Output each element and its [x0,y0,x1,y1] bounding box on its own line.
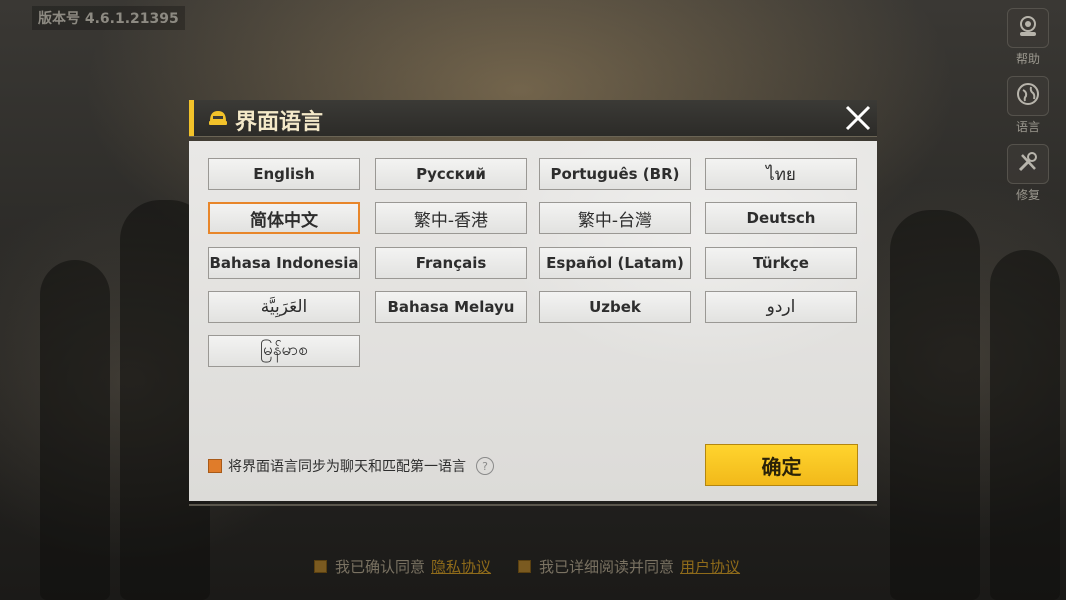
help-agent-icon [1015,13,1041,43]
agreement-checkbox[interactable] [518,560,531,573]
language-label: English [253,165,315,183]
helmet-icon [207,107,229,129]
dialog-title: 界面语言 [235,110,324,135]
language-option-russian[interactable]: Русский [375,158,527,190]
language-option-malay[interactable]: Bahasa Melayu [375,291,527,323]
dialog-divider [189,504,877,506]
language-label: اردو [766,297,796,317]
language-option-arabic[interactable]: العَرَبِيَّة [208,291,360,323]
language-label: 繁中-台灣 [577,210,653,231]
user-agreement-row: 我已详细阅读并同意 用户协议 [518,556,740,577]
repair-button[interactable]: 修复 [1006,144,1050,203]
sync-language-checkbox[interactable] [208,459,222,473]
language-label: Русский [416,165,486,183]
help-button[interactable]: 帮助 [1006,8,1050,67]
language-label: Português (BR) [550,165,680,183]
background-character-right [890,210,980,600]
globe-icon [1015,81,1041,111]
language-option-indonesian[interactable]: Bahasa Indonesia [208,247,360,279]
language-option-turkish[interactable]: Türkçe [705,247,857,279]
language-label: Español (Latam) [546,254,684,272]
close-icon[interactable] [843,103,873,133]
language-option-simplified-chinese[interactable]: 简体中文 [208,202,360,234]
language-option-english[interactable]: English [208,158,360,190]
agreement-link[interactable]: 用户协议 [680,556,740,577]
help-label: 帮助 [1015,52,1040,66]
confirm-button[interactable]: 确定 [705,444,858,486]
language-label: العَرَبِيَّة [260,297,308,317]
language-label: Türkçe [753,254,809,272]
language-label: Uzbek [589,298,641,316]
repair-label: 修复 [1015,188,1040,202]
sync-language-label: 将界面语言同步为聊天和匹配第一语言 [228,459,466,475]
tools-icon [1015,149,1041,179]
confirm-label: 确定 [761,454,802,479]
question-circle-icon[interactable]: ? [476,457,494,475]
language-label: မြန်မာစ [260,339,308,360]
language-label: Français [415,254,487,272]
version-label: 版本号 4.6.1.21395 [32,6,185,30]
language-label: ไทย [766,164,796,185]
privacy-checkbox[interactable] [314,560,327,573]
header-accent-bar [189,100,194,136]
privacy-link[interactable]: 隐私协议 [431,556,491,577]
privacy-agreement-row: 我已确认同意 隐私协议 [314,556,491,577]
language-label: 语言 [1015,120,1040,134]
language-dialog-header: 界面语言 [189,100,877,137]
language-option-french[interactable]: Français [375,247,527,279]
language-label: 繁中-香港 [413,210,489,231]
language-option-burmese[interactable]: မြန်မာစ [208,335,360,367]
language-option-traditional-chinese-hk[interactable]: 繁中-香港 [375,202,527,234]
language-option-uzbek[interactable]: Uzbek [539,291,691,323]
background-character-left-2 [40,260,110,600]
language-option-portuguese-br[interactable]: Português (BR) [539,158,691,190]
language-option-urdu[interactable]: اردو [705,291,857,323]
sync-language-row: 将界面语言同步为聊天和匹配第一语言 ? [208,456,494,476]
language-label: Deutsch [746,209,816,227]
language-option-thai[interactable]: ไทย [705,158,857,190]
privacy-text: 我已确认同意 [335,558,426,576]
question-glyph: ? [482,459,488,473]
agreement-text: 我已详细阅读并同意 [539,558,675,576]
language-button[interactable]: 语言 [1006,76,1050,135]
language-option-german[interactable]: Deutsch [705,202,857,234]
language-label: 简体中文 [250,210,318,231]
language-option-spanish-latam[interactable]: Español (Latam) [539,247,691,279]
background-character-right-2 [990,250,1060,600]
language-label: Bahasa Indonesia [209,254,359,272]
language-option-traditional-chinese-tw[interactable]: 繁中-台灣 [539,202,691,234]
language-label: Bahasa Melayu [387,298,515,316]
